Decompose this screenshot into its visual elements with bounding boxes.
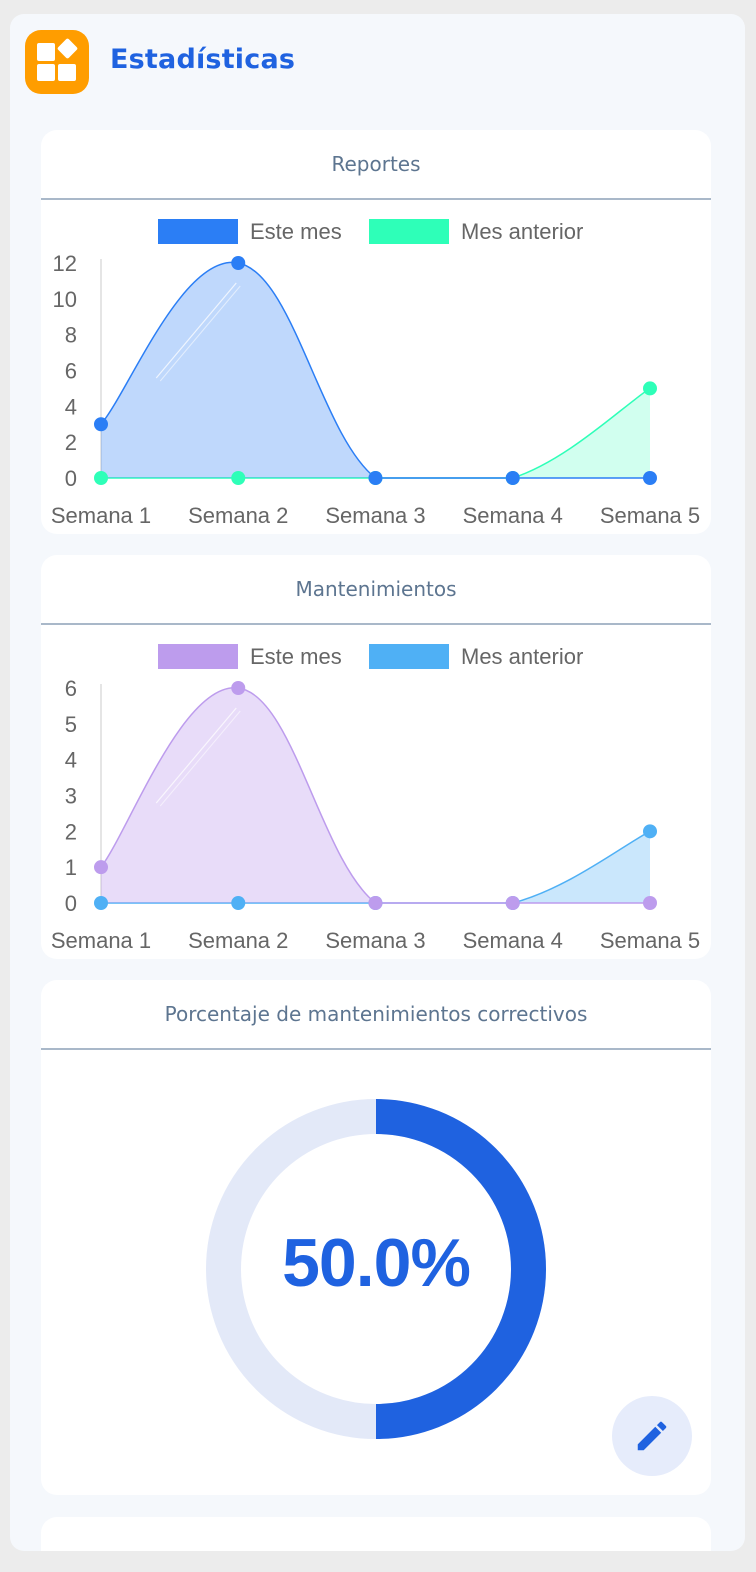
y-tick-label: 5 xyxy=(65,712,77,737)
y-tick-label: 2 xyxy=(65,819,77,844)
maintenance-card: Mantenimientos Este mes Mes anterior 0 1 2 3 4… xyxy=(41,555,711,959)
x-tick-label: Semana 1 xyxy=(51,928,151,953)
x-tick-label: Semana 2 xyxy=(188,928,288,953)
y-tick-label: 10 xyxy=(53,287,77,312)
statistics-panel: Estadísticas Reportes Este mes Mes anteri… xyxy=(10,14,745,1551)
y-tick-label: 4 xyxy=(65,748,77,773)
x-tick-label: Semana 3 xyxy=(325,928,425,953)
y-tick-label: 6 xyxy=(65,359,77,384)
data-point xyxy=(94,417,108,432)
data-point xyxy=(368,471,383,485)
maintenance-chart: Este mes Mes anterior 0 1 2 3 4 5 6 Semana 1 Seman… xyxy=(51,644,700,953)
legend-label: Este mes xyxy=(250,644,342,669)
card-title: Porcentaje de mantenimientos correctivos xyxy=(41,980,711,1050)
data-point xyxy=(643,381,657,396)
x-tick-label: Semana 3 xyxy=(325,503,425,528)
next-card xyxy=(41,1517,711,1551)
data-point xyxy=(231,471,246,485)
y-tick-label: 2 xyxy=(65,430,77,455)
series-area xyxy=(101,687,650,903)
data-point xyxy=(643,824,657,839)
y-tick-label: 1 xyxy=(65,855,77,880)
legend-swatch xyxy=(158,219,238,244)
x-tick-label: Semana 5 xyxy=(600,503,700,528)
edit-button[interactable] xyxy=(612,1396,692,1476)
legend-label: Mes anterior xyxy=(461,219,583,244)
legend-swatch xyxy=(369,644,449,669)
reports-chart: Este mes Mes anterior 0 2 4 6 8 10 12 Semana 1 Sem… xyxy=(51,219,700,528)
card-title: Mantenimientos xyxy=(41,555,711,625)
y-tick-label: 6 xyxy=(65,676,77,701)
corrective-percentage-card: Porcentaje de mantenimientos correctivos… xyxy=(41,980,711,1495)
pencil-icon xyxy=(637,1421,667,1451)
data-point xyxy=(643,896,657,910)
card-title: Reportes xyxy=(41,130,711,200)
x-tick-label: Semana 5 xyxy=(600,928,700,953)
data-point xyxy=(94,860,108,875)
data-point xyxy=(94,896,108,910)
y-tick-label: 3 xyxy=(65,784,77,809)
y-tick-label: 0 xyxy=(65,891,77,916)
reports-card: Reportes Este mes Mes anterior 0 2 4 6 8 10 12 Se… xyxy=(41,130,711,534)
legend-label: Mes anterior xyxy=(461,644,583,669)
y-tick-label: 12 xyxy=(53,251,77,276)
x-tick-label: Semana 2 xyxy=(188,503,288,528)
x-tick-label: Semana 4 xyxy=(463,503,563,528)
dashboard-icon xyxy=(25,30,89,94)
data-point xyxy=(231,256,246,270)
x-tick-label: Semana 1 xyxy=(51,503,151,528)
legend-swatch xyxy=(369,219,449,244)
y-tick-label: 8 xyxy=(65,323,77,348)
legend-swatch xyxy=(158,644,238,669)
donut-percentage: 50.0% xyxy=(282,1225,471,1301)
data-point xyxy=(368,896,383,910)
x-tick-label: Semana 4 xyxy=(463,928,563,953)
data-point xyxy=(94,471,108,485)
legend-label: Este mes xyxy=(250,219,342,244)
y-tick-label: 4 xyxy=(65,394,77,419)
data-point xyxy=(505,471,520,485)
data-point xyxy=(231,681,246,695)
data-point xyxy=(231,896,246,910)
y-tick-label: 0 xyxy=(65,466,77,491)
data-point xyxy=(505,896,520,910)
page-title: Estadísticas xyxy=(110,44,296,75)
data-point xyxy=(643,471,657,485)
